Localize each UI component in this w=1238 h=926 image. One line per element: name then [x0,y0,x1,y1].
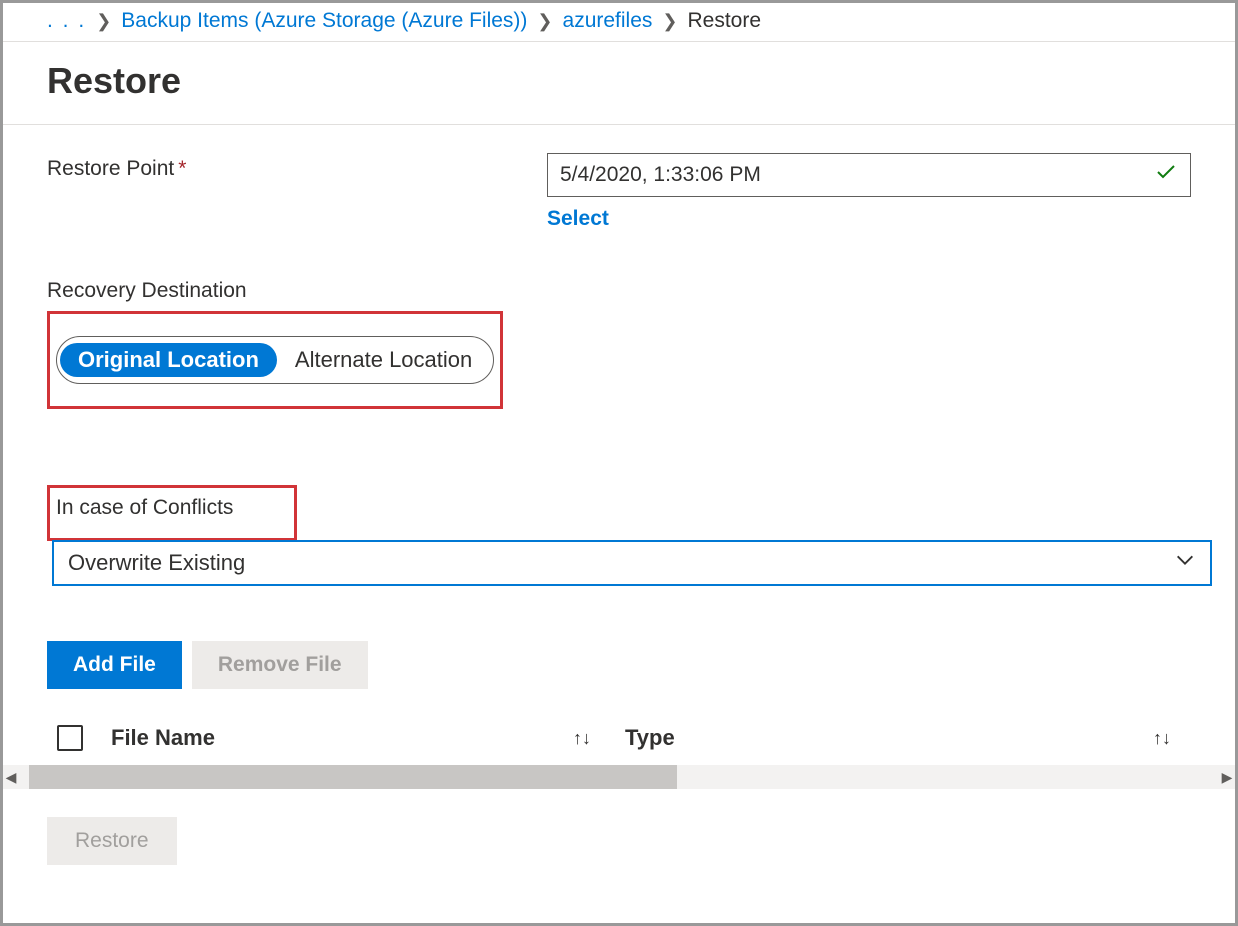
conflicts-value: Overwrite Existing [68,550,1174,576]
select-all-checkbox[interactable] [57,725,83,751]
content-area: Restore Point* 5/4/2020, 1:33:06 PM Sele… [3,153,1235,761]
breadcrumb-overflow[interactable]: . . . [47,9,86,33]
restore-point-input[interactable]: 5/4/2020, 1:33:06 PM [547,153,1191,197]
checkmark-icon [1154,160,1178,190]
conflicts-dropdown[interactable]: Overwrite Existing [52,540,1212,586]
scroll-right-arrow-icon[interactable]: ▶ [1219,769,1235,786]
recovery-destination-alternate[interactable]: Alternate Location [277,343,490,377]
column-file-name[interactable]: File Name ↑↓ [111,725,601,751]
conflicts-label: In case of Conflicts [50,496,294,520]
horizontal-scrollbar[interactable]: ◀ ▶ [3,765,1235,789]
page-title: Restore [3,42,1235,125]
sort-icon[interactable]: ↑↓ [1153,728,1171,749]
required-star-icon: * [178,157,186,180]
breadcrumb-backup-items[interactable]: Backup Items (Azure Storage (Azure Files… [121,9,527,33]
chevron-right-icon: ❯ [96,11,111,32]
restore-point-row: Restore Point* 5/4/2020, 1:33:06 PM Sele… [47,153,1191,231]
restore-button: Restore [47,817,177,865]
restore-point-label: Restore Point* [47,153,547,181]
conflicts-highlight: In case of Conflicts Overwrite Existing [47,485,297,541]
recovery-destination-label: Recovery Destination [47,279,1191,303]
column-type[interactable]: Type ↑↓ [625,725,1181,751]
recovery-destination-original[interactable]: Original Location [60,343,277,377]
select-restore-point-link[interactable]: Select [547,207,609,231]
restore-point-value: 5/4/2020, 1:33:06 PM [560,163,1154,187]
add-file-button[interactable]: Add File [47,641,182,689]
remove-file-button: Remove File [192,641,368,689]
chevron-right-icon: ❯ [662,11,677,32]
chevron-down-icon [1174,549,1196,577]
breadcrumb-azurefiles[interactable]: azurefiles [563,9,653,33]
chevron-right-icon: ❯ [537,11,552,32]
restore-panel: . . . ❯ Backup Items (Azure Storage (Azu… [0,0,1238,926]
sort-icon[interactable]: ↑↓ [573,728,591,749]
recovery-destination-toggle: Original Location Alternate Location [56,336,494,384]
file-buttons-row: Add File Remove File [47,641,1191,689]
breadcrumb: . . . ❯ Backup Items (Azure Storage (Azu… [3,3,1235,42]
scrollbar-thumb[interactable] [29,765,677,789]
recovery-destination-highlight: Original Location Alternate Location [47,311,503,409]
breadcrumb-current: Restore [688,9,762,33]
file-table-header: File Name ↑↓ Type ↑↓ [47,725,1191,761]
scroll-left-arrow-icon[interactable]: ◀ [3,769,19,786]
